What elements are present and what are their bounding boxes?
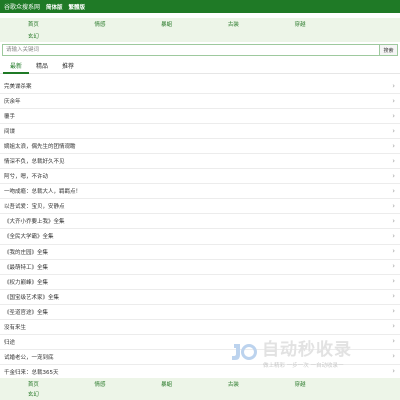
nav-link-time-travel[interactable]: 穿越 xyxy=(267,20,334,28)
watermark-main-text: 自动秒收录 xyxy=(262,340,352,360)
chevron-right-icon: › xyxy=(392,111,395,120)
chevron-right-icon: › xyxy=(392,81,395,90)
search-bar: 搜索 xyxy=(2,44,398,56)
chevron-right-icon: › xyxy=(392,262,395,271)
watermark-logo-icon xyxy=(232,344,257,360)
chevron-right-icon: › xyxy=(392,292,395,301)
tab-featured[interactable]: 精品 xyxy=(29,60,55,74)
nav-link-costume[interactable]: 古装 xyxy=(200,20,267,28)
list-item-title: 庆余年 xyxy=(4,99,21,106)
chevron-right-icon: › xyxy=(392,277,395,286)
list-item[interactable]: 《国宝级艺术家》全集 › xyxy=(0,290,400,305)
search-button[interactable]: 搜索 xyxy=(380,44,398,56)
list-item-title: 间谍 xyxy=(4,129,16,136)
tab-bar: 最新 精品 推荐 xyxy=(0,60,400,74)
list-item[interactable]: 《全民大学霸》全集 › xyxy=(0,229,400,245)
watermark-sub-text: 做上精彩 一步一次 一自动收录一 xyxy=(263,363,344,369)
list-item[interactable]: 阿兮，嗯，不许动 › xyxy=(0,169,400,185)
list-item-title: 千金归来：总裁365天 xyxy=(4,369,59,376)
nav-link-romance[interactable]: 情感 xyxy=(67,380,134,388)
chevron-right-icon: › xyxy=(392,201,395,210)
list-item[interactable]: 《我的庄园》全集 › xyxy=(0,245,400,260)
tab-latest[interactable]: 最新 xyxy=(3,60,29,74)
nav-link-fantasy[interactable]: 玄幻 xyxy=(0,390,67,398)
list-item-title: 《权力巅峰》全集 xyxy=(4,279,49,286)
list-item-title: 《大齐小乔要上我》全集 xyxy=(4,219,65,226)
list-item[interactable]: 间谍 › xyxy=(0,124,400,140)
list-item[interactable]: 《最萌特工》全集 › xyxy=(0,260,400,275)
list-item[interactable]: 完美谍杀案 › xyxy=(0,79,400,95)
chevron-right-icon: › xyxy=(392,307,395,316)
chevron-right-icon: › xyxy=(392,171,395,180)
list-item-title: 《我的庄园》全集 xyxy=(4,249,49,256)
nav-link-category-3[interactable]: 暴蛆 xyxy=(133,20,200,28)
tab-recommended[interactable]: 推荐 xyxy=(55,60,81,74)
nav-link-fantasy[interactable]: 玄幻 xyxy=(0,32,67,40)
nav-link-romance[interactable]: 情感 xyxy=(67,20,134,28)
nav-link-costume[interactable]: 古装 xyxy=(200,380,267,388)
list-item-title: 《全民大学霸》全集 xyxy=(4,234,54,241)
category-nav-bottom: 首页 情感 暴蛆 古装 穿越 玄幻 xyxy=(0,378,400,400)
list-item[interactable]: 《圣道官途》全集 › xyxy=(0,305,400,320)
list-item-title: 覆手 xyxy=(4,114,16,121)
list-item-title: 以吾试爱：宝贝，安静点 xyxy=(4,204,65,211)
list-item[interactable]: 嫡姐太浪，偶先生的团情观瞻 › xyxy=(0,139,400,155)
list-item[interactable]: 情深不负，总裁好久不见 › xyxy=(0,154,400,170)
nav-link-home[interactable]: 首页 xyxy=(0,20,67,28)
site-name[interactable]: 谷歌众搜系网 xyxy=(4,2,40,11)
chevron-right-icon: › xyxy=(392,96,395,105)
search-input[interactable] xyxy=(2,44,380,56)
chevron-right-icon: › xyxy=(392,231,395,240)
list-item[interactable]: 一吻成瘾：总裁大人，羁羁点！ › xyxy=(0,184,400,200)
list-item-title: 试婚老公，一宠到底 xyxy=(4,354,54,361)
chevron-right-icon: › xyxy=(392,216,395,225)
chevron-right-icon: › xyxy=(392,186,395,195)
list-item[interactable]: 覆手 › xyxy=(0,109,400,125)
nav-link-time-travel[interactable]: 穿越 xyxy=(267,380,334,388)
top-bar: 谷歌众搜系网 简体版 繁體版 xyxy=(0,0,400,13)
list-item-title: 没有来生 xyxy=(4,324,27,331)
list-item[interactable]: 以吾试爱：宝贝，安静点 › xyxy=(0,199,400,215)
list-item[interactable]: 庆余年 › xyxy=(0,94,400,110)
list-item-title: 完美谍杀案 xyxy=(4,84,32,91)
list-item-title: 情深不负，总裁好久不见 xyxy=(4,159,65,166)
list-item-title: 《国宝级艺术家》全集 xyxy=(4,294,60,301)
list-item-title: 归途 xyxy=(4,339,16,346)
category-nav-top: 首页 情感 暴蛆 古装 穿越 玄幻 xyxy=(0,18,400,42)
list-item-title: 嫡姐太浪，偶先生的团情观瞻 xyxy=(4,144,76,151)
list-item[interactable]: 《大齐小乔要上我》全集 › xyxy=(0,214,400,230)
list-item-title: 阿兮，嗯，不许动 xyxy=(4,174,49,181)
list-item-title: 一吻成瘾：总裁大人，羁羁点！ xyxy=(4,189,82,196)
chevron-right-icon: › xyxy=(392,156,395,165)
traditional-chinese-link[interactable]: 繁體版 xyxy=(69,3,86,11)
simplified-chinese-link[interactable]: 简体版 xyxy=(46,3,63,11)
watermark: 自动秒收录 做上精彩 一步一次 一自动收录一 xyxy=(228,330,396,376)
nav-link-category-3[interactable]: 暴蛆 xyxy=(133,380,200,388)
chevron-right-icon: › xyxy=(392,247,395,256)
list-item-title: 《圣道官途》全集 xyxy=(4,309,49,316)
list-item[interactable]: 《权力巅峰》全集 › xyxy=(0,275,400,290)
list-item-title: 《最萌特工》全集 xyxy=(4,264,49,271)
chevron-right-icon: › xyxy=(392,126,395,135)
chevron-right-icon: › xyxy=(392,141,395,150)
nav-link-home[interactable]: 首页 xyxy=(0,380,67,388)
